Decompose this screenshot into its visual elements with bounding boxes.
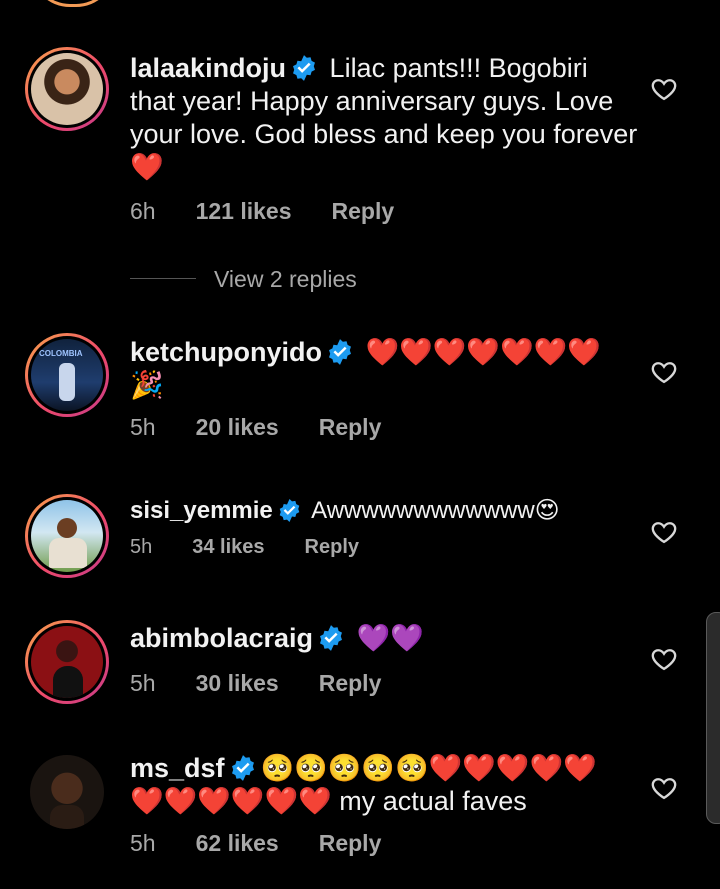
reply-button[interactable]: Reply [319,830,382,857]
comment-body: ketchuponyido ❤️❤️❤️❤️❤️❤️❤️ 🎉 [130,336,640,402]
comment-body: sisi_yemmie Awwwwwwwwwwww😍 [130,494,640,527]
verified-badge-icon [293,55,316,81]
likes-count[interactable]: 30 likes [196,670,279,697]
verified-badge-icon [231,755,254,781]
username[interactable]: ms_dsf [130,753,225,783]
scrollbar-handle[interactable] [706,612,720,824]
avatar[interactable] [25,494,109,578]
avatar[interactable] [25,620,109,704]
username[interactable]: sisi_yemmie [130,497,273,524]
username[interactable]: abimbolacraig [130,623,313,653]
comment-body: ms_dsf 🥺🥺🥺🥺🥺❤️❤️❤️❤️❤️ ❤️❤️❤️❤️❤️❤️ my act… [130,752,640,818]
likes-count[interactable]: 20 likes [196,414,279,441]
comment-meta: 5h 62 likes Reply [130,830,381,857]
username[interactable]: lalaakindoju [130,53,286,83]
reply-button[interactable]: Reply [332,198,395,225]
view-replies-button[interactable]: View 2 replies [214,266,357,293]
timestamp: 5h [130,414,156,440]
likes-count[interactable]: 34 likes [192,536,264,559]
comment-meta: 5h 20 likes Reply [130,414,381,441]
timestamp: 5h [130,830,156,856]
timestamp: 5h [130,536,153,558]
reply-button[interactable]: Reply [319,670,382,697]
comment-text: Awwwwwwwwwwww😍 [305,497,560,524]
comment-body: abimbolacraig 💜💜 [130,622,640,655]
likes-count[interactable]: 121 likes [196,198,292,225]
reply-button[interactable]: Reply [319,414,382,441]
heart-outline-icon[interactable] [650,518,678,546]
comment-meta: 5h 34 likes Reply [130,536,359,559]
replies-divider [130,278,196,279]
heart-outline-icon[interactable] [650,75,678,103]
avatar[interactable] [25,750,109,834]
username[interactable]: ketchuponyido [130,337,322,367]
avatar-caption: COLOMBIA [39,349,83,358]
previous-avatar-ring [30,0,116,7]
reply-button[interactable]: Reply [305,536,359,559]
comment-body: lalaakindoju Lilac pants!!! Bogobiri tha… [130,52,640,184]
avatar[interactable]: COLOMBIA [25,333,109,417]
heart-outline-icon[interactable] [650,774,678,802]
likes-count[interactable]: 62 likes [196,830,279,857]
heart-outline-icon[interactable] [650,645,678,673]
comment-text: my actual faves [331,786,527,816]
comment-text: 💜💜 [349,623,424,653]
avatar[interactable] [25,47,109,131]
comment-meta: 5h 30 likes Reply [130,670,381,697]
heart-emoji: ❤️ [130,152,164,182]
emoji-row-2: ❤️❤️❤️❤️❤️❤️ [130,786,332,816]
timestamp: 5h [130,670,156,696]
emoji-row: 🥺🥺🥺🥺🥺❤️❤️❤️❤️❤️ [260,753,597,783]
comment-meta: 6h 121 likes Reply [130,198,394,225]
verified-badge-icon [279,499,300,522]
heart-outline-icon[interactable] [650,358,678,386]
timestamp: 6h [130,198,156,224]
verified-badge-icon [320,625,343,651]
verified-badge-icon [329,339,351,365]
